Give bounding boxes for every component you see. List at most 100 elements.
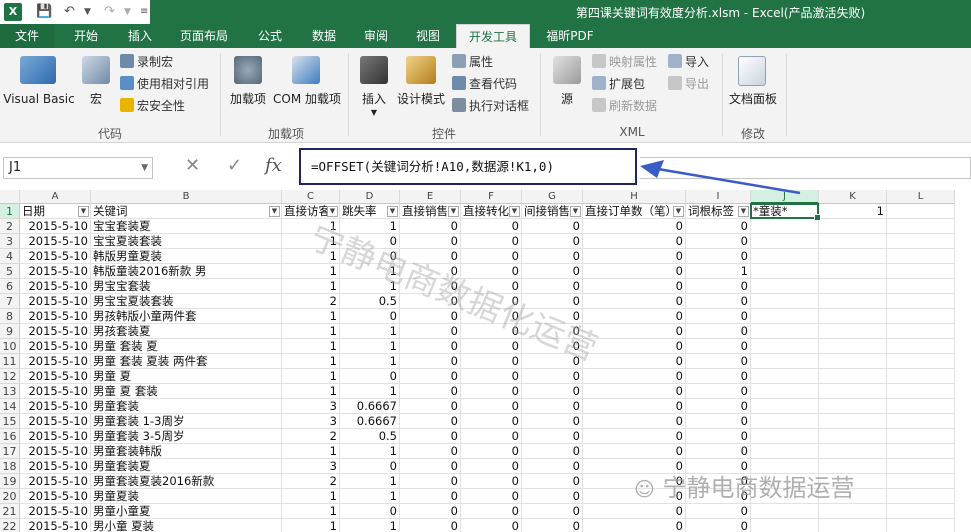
column-header-h[interactable]: H: [583, 190, 686, 204]
table-cell[interactable]: 0.6667: [340, 399, 400, 414]
row-header[interactable]: 1: [0, 204, 20, 219]
table-cell[interactable]: 2: [282, 474, 340, 489]
empty-cell[interactable]: [887, 369, 955, 384]
macro-button[interactable]: 宏: [84, 92, 108, 106]
macro-security-button[interactable]: 宏安全性: [120, 98, 185, 114]
table-cell[interactable]: 1: [340, 474, 400, 489]
redo-dropdown-icon[interactable]: ▼: [124, 4, 131, 20]
table-cell[interactable]: 0: [686, 339, 751, 354]
table-cell[interactable]: 0: [400, 294, 461, 309]
table-cell[interactable]: 0: [522, 264, 583, 279]
empty-cell[interactable]: [819, 399, 887, 414]
table-cell[interactable]: 0: [340, 504, 400, 519]
empty-cell[interactable]: [819, 519, 887, 532]
table-cell[interactable]: 宝宝套装夏: [91, 219, 282, 234]
empty-cell[interactable]: [751, 309, 819, 324]
table-cell[interactable]: 韩版童装2016新款 男: [91, 264, 282, 279]
table-cell[interactable]: 1: [282, 384, 340, 399]
filter-dropdown-icon[interactable]: ▼: [387, 206, 398, 217]
table-cell[interactable]: 0: [400, 309, 461, 324]
visual-basic-button[interactable]: Visual Basic: [2, 92, 76, 106]
table-cell[interactable]: 0: [686, 294, 751, 309]
table-cell[interactable]: 0: [583, 294, 686, 309]
table-cell[interactable]: 0: [583, 444, 686, 459]
table-cell[interactable]: 男童套装夏: [91, 459, 282, 474]
table-cell[interactable]: 2015-5-10: [20, 279, 91, 294]
filter-dropdown-icon[interactable]: ▼: [448, 206, 459, 217]
view-code-button[interactable]: 查看代码: [452, 76, 517, 92]
table-cell[interactable]: 2015-5-10: [20, 339, 91, 354]
table-cell[interactable]: 0: [583, 339, 686, 354]
map-properties-button[interactable]: 映射属性: [592, 54, 657, 70]
table-cell[interactable]: 0: [400, 384, 461, 399]
table-cell[interactable]: 2015-5-10: [20, 219, 91, 234]
header-cell[interactable]: 1: [819, 204, 887, 219]
addins-button[interactable]: 加载项: [226, 92, 270, 106]
tab-data[interactable]: 数据: [298, 24, 350, 48]
table-cell[interactable]: 0: [461, 474, 522, 489]
table-cell[interactable]: 0.5: [340, 294, 400, 309]
column-header-d[interactable]: D: [340, 190, 400, 204]
table-cell[interactable]: 0: [686, 249, 751, 264]
table-cell[interactable]: 0: [522, 474, 583, 489]
insert-function-icon[interactable]: fx: [265, 155, 282, 176]
table-cell[interactable]: 0: [400, 324, 461, 339]
row-header[interactable]: 8: [0, 309, 20, 324]
table-cell[interactable]: 2015-5-10: [20, 324, 91, 339]
table-cell[interactable]: 男小童 夏装: [91, 519, 282, 532]
insert-control-button[interactable]: 插入: [356, 92, 392, 106]
empty-cell[interactable]: [887, 429, 955, 444]
table-cell[interactable]: 1: [282, 264, 340, 279]
empty-cell[interactable]: [887, 234, 955, 249]
table-cell[interactable]: 0: [686, 234, 751, 249]
row-header[interactable]: 22: [0, 519, 20, 532]
table-cell[interactable]: 宝宝夏装套装: [91, 234, 282, 249]
table-cell[interactable]: 0: [400, 399, 461, 414]
header-cell[interactable]: 直接转化 ▼: [461, 204, 522, 219]
table-cell[interactable]: 0: [686, 399, 751, 414]
table-cell[interactable]: 男童小童夏: [91, 504, 282, 519]
table-cell[interactable]: 男宝宝夏装套装: [91, 294, 282, 309]
table-cell[interactable]: 2015-5-10: [20, 519, 91, 532]
row-header[interactable]: 4: [0, 249, 20, 264]
table-cell[interactable]: 0: [340, 309, 400, 324]
row-header[interactable]: 14: [0, 399, 20, 414]
table-cell[interactable]: 0: [583, 399, 686, 414]
empty-cell[interactable]: [751, 264, 819, 279]
table-cell[interactable]: 1: [340, 519, 400, 532]
row-header[interactable]: 11: [0, 354, 20, 369]
empty-cell[interactable]: [887, 504, 955, 519]
table-cell[interactable]: 0: [461, 444, 522, 459]
table-cell[interactable]: 男童套装夏装2016新款: [91, 474, 282, 489]
table-cell[interactable]: 2015-5-10: [20, 234, 91, 249]
table-cell[interactable]: 0: [461, 429, 522, 444]
empty-cell[interactable]: [887, 294, 955, 309]
empty-cell[interactable]: [887, 444, 955, 459]
table-cell[interactable]: 男童套装 3-5周岁: [91, 429, 282, 444]
expansion-pack-button[interactable]: 扩展包: [592, 76, 645, 92]
column-header-j[interactable]: J: [751, 190, 819, 204]
empty-cell[interactable]: [887, 309, 955, 324]
table-cell[interactable]: 0: [461, 234, 522, 249]
redo-icon[interactable]: ↷: [104, 4, 115, 20]
table-cell[interactable]: 0: [400, 279, 461, 294]
column-header-a[interactable]: A: [20, 190, 91, 204]
empty-cell[interactable]: [819, 444, 887, 459]
table-cell[interactable]: 0: [522, 504, 583, 519]
empty-cell[interactable]: [819, 369, 887, 384]
table-cell[interactable]: 1: [282, 444, 340, 459]
empty-cell[interactable]: [887, 354, 955, 369]
import-button[interactable]: 导入: [668, 54, 709, 70]
row-header[interactable]: 7: [0, 294, 20, 309]
table-cell[interactable]: 0: [583, 414, 686, 429]
empty-cell[interactable]: [751, 384, 819, 399]
table-cell[interactable]: 0: [522, 294, 583, 309]
properties-button[interactable]: 属性: [452, 54, 493, 70]
tab-review[interactable]: 审阅: [350, 24, 402, 48]
table-cell[interactable]: 0: [522, 234, 583, 249]
table-cell[interactable]: 男童套装: [91, 399, 282, 414]
table-cell[interactable]: 0: [400, 414, 461, 429]
table-cell[interactable]: 0: [461, 249, 522, 264]
empty-cell[interactable]: [751, 234, 819, 249]
column-header-b[interactable]: B: [91, 190, 282, 204]
